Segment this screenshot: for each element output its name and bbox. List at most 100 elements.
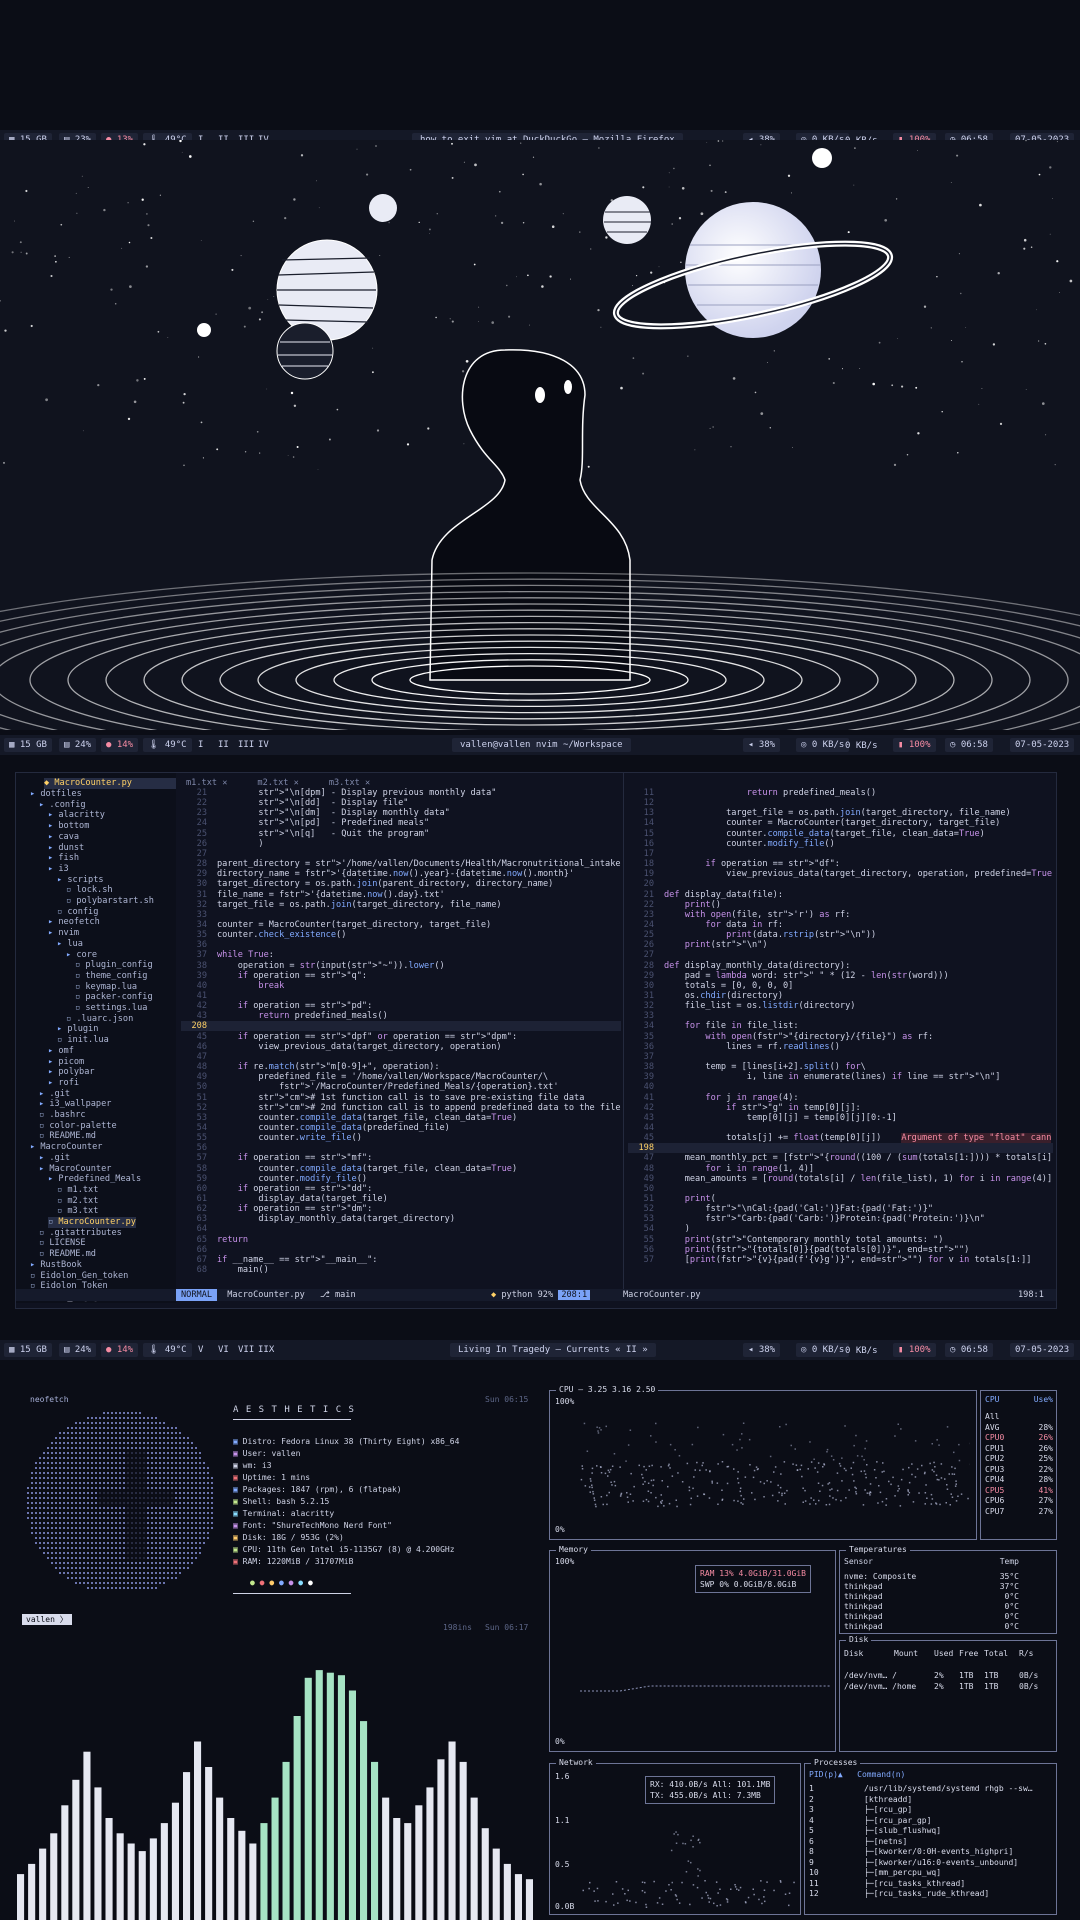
code-line[interactable]: 37 while True: [181,950,274,960]
workspace-4[interactable]: IV [253,738,274,752]
code-line[interactable]: 18 if operation == str">"df": [628,859,840,869]
code-line[interactable]: 68 main() [181,1265,269,1275]
file-tree[interactable]: ◆ MacroCounter.py ▸ dotfiles ▸ .config ▸ a… [16,773,176,1303]
code-line[interactable]: 30 target_directory = os.path.join(parent… [181,879,554,889]
tree-header[interactable]: ◆ MacroCounter.py [44,778,176,789]
code-line[interactable]: 34 counter = MacroCounter(target_director… [181,920,492,930]
code-line[interactable]: 64 [181,1224,217,1234]
code-line[interactable]: 50 [628,1184,664,1194]
code-line[interactable]: 35 with open(fstr">"{directory}/{file}")… [628,1032,934,1042]
code-line[interactable]: 59 counter.modify_file() [181,1174,367,1184]
process-row[interactable]: 10 ├─[mm_percpu_wq] [809,1868,1054,1879]
process-row[interactable]: 9 ├─[kworker/u16:0-events_unbound] [809,1858,1054,1869]
tree-file[interactable]: ▫ m2.txt [57,1196,98,1207]
workspace-4[interactable]: IIX [253,1343,279,1357]
prompt[interactable]: vallen 〉 [22,1614,72,1625]
code-line[interactable]: 43 return predefined_meals() [181,1011,388,1021]
process-row[interactable]: 5 ├─[slub_flushwq] [809,1826,1054,1837]
code-line[interactable]: 45 if operation == str">"dpf" or operati… [181,1032,518,1042]
tree-folder[interactable]: ▸ .git [39,1089,70,1100]
code-line[interactable]: 54 counter.compile_data(predefined_file) [181,1123,450,1133]
tree-folder[interactable]: ▸ .config [39,800,86,811]
tree-file[interactable]: ▫ LICENSE [39,1238,86,1249]
code-line[interactable]: 22 print() [628,900,721,910]
tree-folder[interactable]: ▸ dunst [48,843,84,854]
code-line[interactable]: 37 [628,1052,664,1062]
code-line[interactable]: 51 str">"cm"># 1st function call is to s… [181,1093,585,1103]
code-line[interactable]: 30 totals = [0, 0, 0, 0] [628,981,794,991]
tree-file[interactable]: ▫ README.md [39,1131,96,1142]
code-line[interactable]: 24 for data in rf: [628,920,783,930]
code-line[interactable]: 53 counter.compile_data(target_file, cle… [181,1113,518,1123]
code-line[interactable]: 58 counter.compile_data(target_file, cle… [181,1164,518,1174]
tree-file[interactable]: ▫ .gitattributes [39,1228,122,1239]
tree-file[interactable]: ▫ init.lua [57,1035,109,1046]
tree-folder[interactable]: ▸ polybar [48,1067,95,1078]
code-line[interactable]: 67 if __name__ == str">"__main__": [181,1255,378,1265]
code-line[interactable]: 52 str">"cm"># 2nd function call is to a… [181,1103,621,1113]
code-line[interactable]: 28 parent_directory = str">'/home/vallen/… [181,859,621,869]
tree-folder[interactable]: ▸ fish [48,853,79,864]
code-line[interactable]: 23 with open(file, str">'r') as rf: [628,910,851,920]
code-line[interactable]: 13 target_file = os.path.join(target_dir… [628,808,1011,818]
code-line[interactable]: 65 return [181,1235,248,1245]
code-line[interactable]: 12 [628,798,664,808]
code-line[interactable]: 14 counter = MacroCounter(target_directo… [628,818,1001,828]
code-line[interactable]: 61 display_data(target_file) [181,1194,388,1204]
code-line[interactable]: 63 display_monthly_data(target_directory… [181,1214,455,1224]
code-line[interactable]: 62 if operation == str">"dm": [181,1204,373,1214]
code-line[interactable]: 21 def display_data(file): [628,890,783,900]
code-line[interactable]: 16 counter.modify_file() [628,839,835,849]
process-panel[interactable]: Processes PID(p)▲ Command(n) 1/usr/lib/s… [804,1758,1057,1915]
code-line[interactable]: 47 mean_monthly_pct = [fstr">"{round((10… [628,1153,1053,1163]
code-line[interactable]: 31 file_name = fstr">'{datetime.now().day… [181,890,445,900]
code-line[interactable]: 40 break [181,981,285,991]
temperature-panel[interactable]: Temperatures Sensor Temp nvme: Composite 35… [839,1545,1057,1634]
tree-folder[interactable]: ▸ picom [48,1057,84,1068]
code-line[interactable]: 17 [628,849,664,859]
code-line[interactable]: 57 if operation == str">"mf": [181,1153,373,1163]
close-icon[interactable]: ✕ [360,778,370,788]
code-line[interactable]: 198 [628,1143,1053,1154]
process-row[interactable]: 11 ├─[rcu_tasks_kthread] [809,1879,1054,1890]
tree-file[interactable]: ▫ lock.sh [66,885,113,896]
code-line[interactable]: 26 ) [181,839,264,849]
code-line[interactable]: 56 print(fstr">"{totals[0]}{pad(totals[0… [628,1245,970,1255]
tree-file[interactable]: ▫ keymap.lua [75,982,137,993]
tree-file[interactable]: ▫ Eidolon_Gen_token [30,1271,128,1282]
tree-file[interactable]: ▫ polybarstart.sh [66,896,154,907]
workspace-2[interactable]: II [213,738,234,752]
tree-folder[interactable]: ▸ alacritty [48,810,105,821]
code-line[interactable]: 29 directory_name = fstr">'{datetime.now(… [181,869,574,879]
tree-folder[interactable]: ▸ scripts [57,875,104,886]
buffer-tab[interactable]: m3.txt ✕ [329,778,370,788]
tree-file[interactable]: ▫ m1.txt [57,1185,98,1196]
tree-file[interactable]: ▫ theme_config [75,971,147,982]
code-line[interactable]: 47 [181,1052,217,1062]
process-row[interactable]: 4 ├─[rcu_par_gp] [809,1816,1054,1827]
tree-folder[interactable]: ▸ nvim [48,928,79,939]
code-line[interactable]: 22 str">"\n[dd] - Display file" [181,798,409,808]
code-line[interactable]: 55 counter.write_file() [181,1133,362,1143]
code-line[interactable]: 20 [628,879,664,889]
code-line[interactable]: 52 fstr">"\nCal:{pad('Cal:')}Fat:{pad('F… [628,1204,933,1214]
code-line[interactable]: 41 for j in range(4): [628,1093,799,1103]
code-line[interactable]: 29 pad = lambda word: str">" " * (12 - l… [628,971,949,981]
nvim-window[interactable]: ◆ MacroCounter.py ▸ dotfiles ▸ .config ▸ a… [15,772,1057,1309]
code-line[interactable]: 48 if re.match(str">"m[0-9]+", operation… [181,1062,440,1072]
tree-folder[interactable]: ▸ omf [48,1046,74,1057]
workspace-1[interactable]: I [193,738,208,752]
code-line[interactable]: 35 counter.check_existence() [181,930,347,940]
workspace-1[interactable]: V [193,1343,208,1357]
code-line[interactable]: 38 temp = [lines[i+2].split() for\ [628,1062,866,1072]
cpu-panel[interactable]: CPU — 3.25 3.16 2.50 100% 0% [549,1385,977,1540]
tree-folder[interactable]: ▸ lua [57,939,83,950]
pid-header[interactable]: PID(p)▲ [809,1770,843,1779]
memory-panel[interactable]: Memory 100% 0% RAM 13% 4.0GiB/31.0GiB SW… [549,1545,836,1752]
code-line[interactable]: 25 print(data.rstrip(str">"\n")) [628,930,877,940]
code-line[interactable]: 25 str">"\n[q] - Quit the program" [181,829,430,839]
tree-file[interactable]: ▫ plugin_config [75,960,153,971]
tree-file[interactable]: ▫ MacroCounter.py [48,1217,136,1228]
command-header[interactable]: Command(n) [857,1770,905,1779]
buffer-tab[interactable]: m1.txt ✕ [186,778,227,788]
